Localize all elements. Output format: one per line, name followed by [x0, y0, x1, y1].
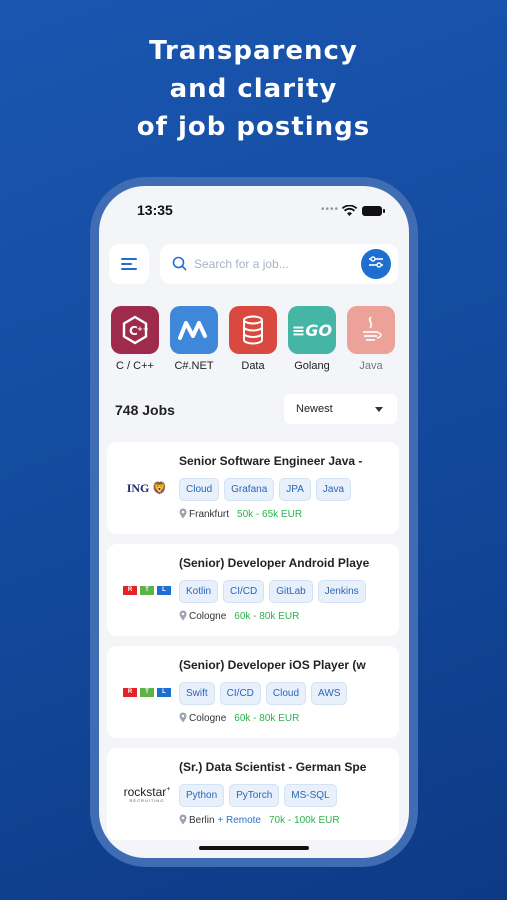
category-list: C ++ C / C++ C#.NET Data ≡GO Golang Java	[109, 306, 409, 376]
hamburger-icon	[121, 255, 137, 273]
signal-icon: ••••	[321, 204, 340, 215]
job-tag: Kotlin	[179, 580, 219, 603]
job-title: (Sr.) Data Scientist - German Spe	[179, 760, 367, 774]
job-card[interactable]: RTL (Senior) Developer Android Playe Kot…	[107, 544, 399, 636]
job-tags: Kotlin CI/CD GitLab Jenkins	[179, 580, 371, 603]
headline-line-3: of job postings	[136, 112, 371, 142]
job-title: Senior Software Engineer Java -	[179, 454, 363, 468]
company-logo-ing: ING 🦁	[126, 480, 168, 496]
company-logo-rtl: RTL	[117, 580, 177, 600]
status-time: 13:35	[137, 202, 173, 218]
job-tag: Swift	[179, 682, 215, 705]
battery-icon	[362, 206, 385, 216]
job-tag: CI/CD	[219, 682, 261, 705]
jobs-count: 748 Jobs	[115, 402, 175, 418]
job-card[interactable]: RTL (Senior) Developer iOS Player (w Swi…	[107, 646, 399, 738]
search-icon	[172, 256, 187, 276]
filter-sliders-icon	[368, 255, 384, 274]
job-tags: Cloud Grafana JPA Java	[179, 478, 356, 501]
job-tags: Python PyTorch MS-SQL	[179, 784, 342, 807]
job-tag: Cloud	[265, 682, 307, 705]
job-tag: Java	[315, 478, 352, 501]
category-label: Data	[241, 360, 265, 372]
category-label: C / C++	[116, 360, 154, 372]
category-data[interactable]: Data	[227, 306, 279, 372]
job-tag: GitLab	[269, 580, 313, 603]
company-logo-rockstar: rockstar+ RECRUITING	[123, 784, 171, 803]
job-meta: Berlin + Remote 70k - 100k EUR	[179, 814, 340, 828]
job-meta: Frankfurt 50k - 65k EUR	[179, 508, 302, 522]
job-remote: + Remote	[217, 815, 261, 826]
job-tags: Swift CI/CD Cloud AWS	[179, 682, 352, 705]
job-tag: CI/CD	[223, 580, 265, 603]
headline-line-2: and clarity	[169, 74, 338, 104]
category-label: Java	[359, 360, 383, 372]
job-salary: 70k - 100k EUR	[269, 815, 340, 826]
company-logo-rtl: RTL	[117, 682, 177, 702]
category-c-cpp[interactable]: C ++ C / C++	[109, 306, 161, 372]
golang-icon: ≡GO	[288, 306, 336, 354]
job-city: Cologne	[189, 713, 227, 724]
sort-dropdown[interactable]: Newest	[284, 394, 397, 424]
location-pin-icon	[179, 814, 187, 828]
job-city: Cologne	[189, 611, 227, 622]
job-salary: 60k - 80k EUR	[234, 611, 300, 622]
job-meta: Cologne 60k - 80k EUR	[179, 712, 299, 726]
job-card[interactable]: ING 🦁 Senior Software Engineer Java - Cl…	[107, 442, 399, 534]
job-salary: 50k - 65k EUR	[237, 509, 303, 520]
sort-selected: Newest	[296, 403, 333, 415]
job-tag: Python	[179, 784, 225, 807]
status-bar: 13:35 ••••	[99, 202, 409, 222]
job-tag: MS-SQL	[284, 784, 337, 807]
category-label: Golang	[294, 360, 330, 372]
phone-screen: 13:35 •••• Search for a job... C ++ C / C…	[99, 186, 409, 858]
location-pin-icon	[179, 508, 187, 522]
category-golang[interactable]: ≡GO Golang	[286, 306, 338, 372]
headline: Transparency and clarity of job postings	[0, 32, 507, 146]
c-plus-plus-icon: C ++	[111, 306, 159, 354]
chevron-down-icon	[375, 407, 383, 412]
category-label: C#.NET	[174, 360, 214, 372]
database-icon	[229, 306, 277, 354]
svg-text:++: ++	[137, 325, 149, 333]
wifi-icon	[341, 204, 358, 222]
java-icon	[347, 306, 395, 354]
menu-button[interactable]	[109, 244, 149, 284]
location-pin-icon	[179, 610, 187, 624]
job-tag: Cloud	[179, 478, 220, 501]
job-tag: Jenkins	[317, 580, 366, 603]
job-city: Berlin	[189, 815, 215, 826]
job-meta: Cologne 60k - 80k EUR	[179, 610, 299, 624]
job-tag: JPA	[279, 478, 311, 501]
job-salary: 60k - 80k EUR	[234, 713, 300, 724]
home-indicator	[199, 846, 309, 850]
location-pin-icon	[179, 712, 187, 726]
category-csharp-net[interactable]: C#.NET	[168, 306, 220, 372]
category-java[interactable]: Java	[345, 306, 397, 372]
job-card[interactable]: rockstar+ RECRUITING (Sr.) Data Scientis…	[107, 748, 399, 840]
headline-line-1: Transparency	[149, 36, 358, 66]
job-title: (Senior) Developer iOS Player (w	[179, 658, 366, 672]
job-tag: AWS	[311, 682, 348, 705]
job-title: (Senior) Developer Android Playe	[179, 556, 370, 570]
job-tag: PyTorch	[229, 784, 280, 807]
job-city: Frankfurt	[189, 509, 230, 520]
filter-button[interactable]	[361, 249, 391, 279]
search-input[interactable]: Search for a job...	[194, 257, 289, 271]
job-tag: Grafana	[224, 478, 275, 501]
dotnet-icon	[170, 306, 218, 354]
